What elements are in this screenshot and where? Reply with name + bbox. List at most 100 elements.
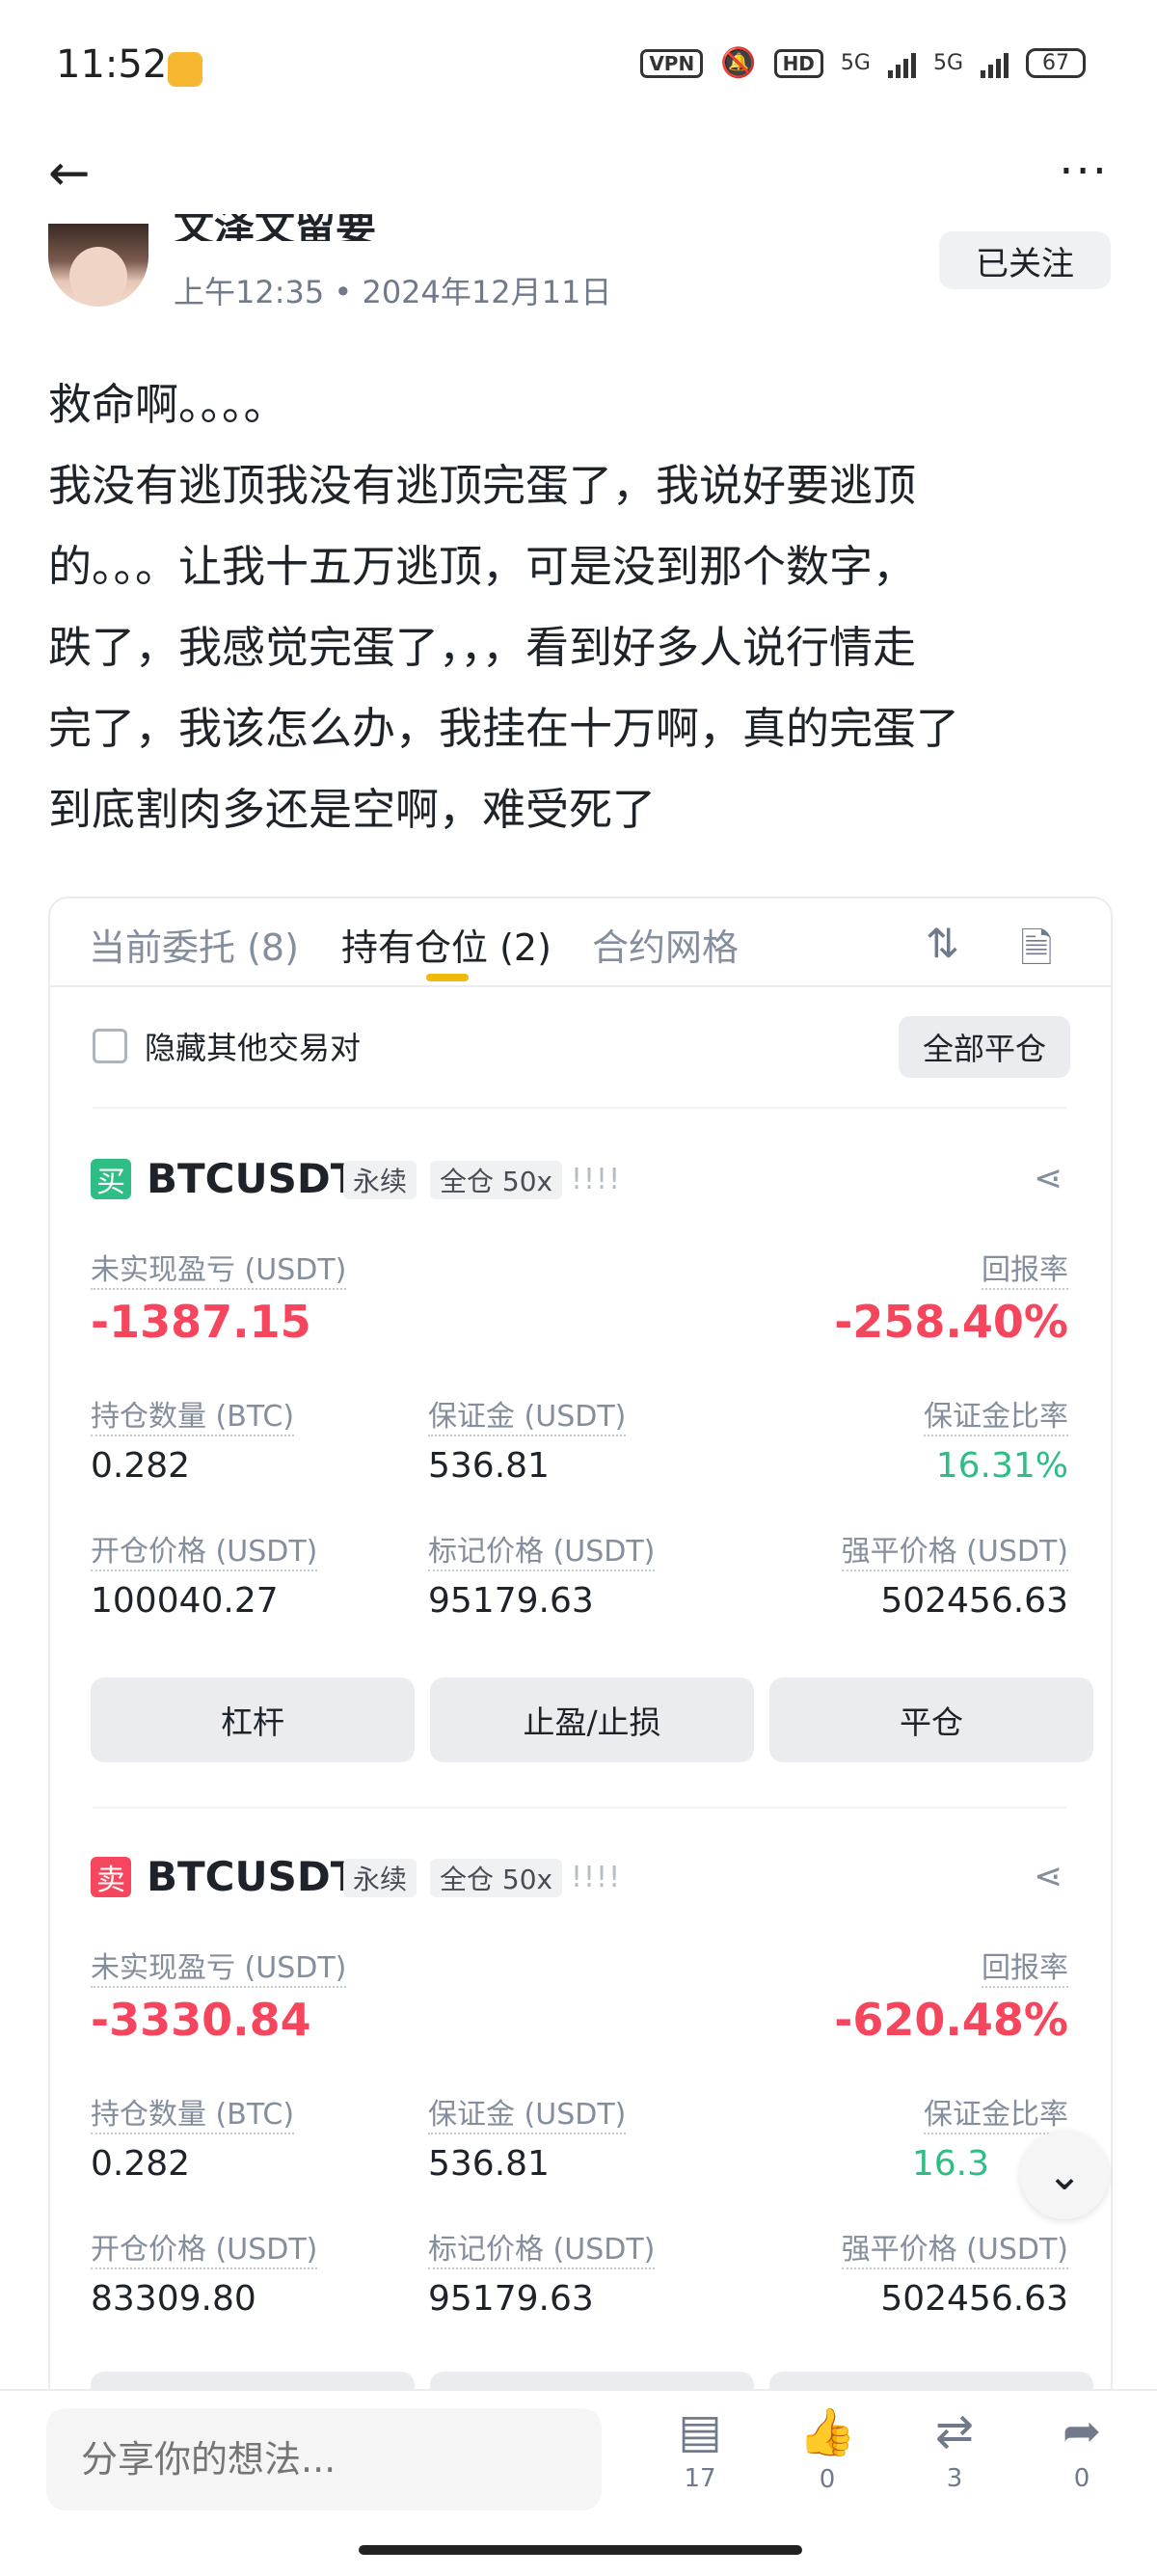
pnl-label: 未实现盈亏 (USDT) [91, 1944, 347, 1988]
share-button[interactable]: ➦ 0 [1034, 2404, 1130, 2493]
leverage-button[interactable]: 杠杆 [91, 1677, 415, 1762]
home-indicator[interactable] [359, 2545, 802, 2555]
mute-icon: 🔕 [720, 46, 757, 80]
margin-ratio-value: 16.31% [935, 1446, 1068, 1486]
size-label: 持仓数量 (BTC) [91, 1392, 295, 1436]
comment-icon: ▤ [678, 2404, 722, 2458]
margin-mode-tag: 全仓 50x [430, 1161, 563, 1199]
divider [93, 1107, 1066, 1109]
repost-button[interactable]: ⇄ 3 [906, 2404, 1003, 2493]
position-symbol[interactable]: BTCUSDT [147, 1155, 358, 1202]
notification-app-icon [168, 52, 202, 87]
scroll-down-icon[interactable]: ⌄ [1020, 2131, 1109, 2219]
entry-price-value: 100040.27 [91, 1581, 279, 1621]
margin-label: 保证金 (USDT) [428, 2090, 627, 2134]
margin-value: 536.81 [428, 2144, 550, 2184]
history-icon[interactable]: 🗎 [1020, 920, 1053, 988]
signal-icon [887, 49, 916, 78]
more-options-icon[interactable]: ··· [1059, 145, 1109, 199]
margin-value: 536.81 [428, 1446, 550, 1486]
repost-icon: ⇄ [934, 2404, 975, 2458]
mark-price-label: 标记价格 (USDT) [428, 2225, 656, 2269]
follow-button[interactable]: 已关注 [939, 231, 1111, 289]
tab-positions[interactable]: 持有仓位 (2) [341, 918, 552, 971]
unrealized-pnl-value: -1387.15 [91, 1296, 311, 1348]
author-name[interactable]: 文泽文留要 [174, 214, 376, 241]
post-date: 2024年12月11日 [362, 274, 612, 310]
sort-icon[interactable]: ⇅ [926, 920, 959, 967]
side-badge-buy: 买 [91, 1159, 131, 1199]
margin-ratio-label: 保证金比率 [924, 1392, 1068, 1436]
positions-tabs: 当前委托 (8) 持有仓位 (2) 合约网格 ⇅ 🗎 [50, 899, 1111, 987]
entry-price-value: 83309.80 [91, 2279, 256, 2319]
margin-ratio-label: 保证金比率 [924, 2090, 1068, 2134]
contract-type-tag: 永续 [343, 1161, 417, 1199]
hide-pairs-label: 隐藏其他交易对 [145, 1030, 362, 1066]
entry-price-label: 开仓价格 (USDT) [91, 1527, 318, 1571]
tab-open-orders[interactable]: 当前委托 (8) [89, 918, 299, 971]
roe-label: 回报率 [982, 1944, 1068, 1988]
active-tab-indicator [426, 974, 469, 981]
share-icon[interactable]: ⋖ [1034, 1159, 1063, 1198]
post-timestamp: 上午12:35 • 2024年12月11日 [174, 268, 611, 312]
like-button[interactable]: 👍 0 [779, 2404, 875, 2494]
hd-icon: HD [773, 48, 823, 78]
liq-price-value: 502456.63 [880, 2279, 1068, 2319]
status-time: 11:52 [56, 42, 168, 87]
like-count: 0 [819, 2465, 836, 2494]
net-5g-label: 5G [840, 51, 871, 75]
pnl-label: 未实现盈亏 (USDT) [91, 1246, 347, 1290]
vpn-icon: VPN [640, 48, 704, 78]
comment-button[interactable]: ▤ 17 [652, 2404, 748, 2493]
comment-input[interactable] [46, 2408, 602, 2510]
comment-count: 17 [684, 2464, 716, 2493]
hide-pairs-checkbox[interactable] [93, 1029, 127, 1063]
position-card-long: 买 BTCUSDT 永续 全仓 50x !!!! ⋖ 未实现盈亏 (USDT) … [50, 1155, 1111, 1564]
liq-price-label: 强平价格 (USDT) [841, 1527, 1068, 1571]
post-time: 上午12:35 [174, 274, 325, 310]
tpsl-button[interactable]: 止盈/止损 [430, 1677, 754, 1762]
signal-icon-2 [981, 49, 1009, 78]
size-label: 持仓数量 (BTC) [91, 2090, 295, 2134]
margin-label: 保证金 (USDT) [428, 1392, 627, 1436]
hide-other-pairs[interactable]: 隐藏其他交易对 [93, 1024, 361, 1068]
mark-price-value: 95179.63 [428, 2279, 594, 2319]
mark-price-label: 标记价格 (USDT) [428, 1527, 656, 1571]
position-card-short: 卖 BTCUSDT 永续 全仓 50x !!!! ⋖ 未实现盈亏 (USDT) … [50, 1853, 1111, 2262]
entry-price-label: 开仓价格 (USDT) [91, 2225, 318, 2269]
status-icons: VPN 🔕 HD 5G 5G 67 [640, 46, 1086, 80]
side-badge-sell: 卖 [91, 1857, 131, 1897]
share-arrow-icon: ➦ [1062, 2404, 1102, 2458]
roe-value: -620.48% [834, 1994, 1068, 2046]
margin-ratio-value: 16.3 [911, 2144, 989, 2184]
size-value: 0.282 [91, 2144, 191, 2184]
position-symbol[interactable]: BTCUSDT [147, 1853, 358, 1900]
share-icon[interactable]: ⋖ [1034, 1857, 1063, 1896]
roe-label: 回报率 [982, 1246, 1068, 1290]
post-text: 救命啊。。。。 我没有逃顶我没有逃顶完蛋了，我说好要逃顶 的。。。让我十五万逃顶… [48, 379, 960, 835]
roe-value: -258.40% [834, 1296, 1068, 1348]
position-bars-icon: !!!! [571, 1861, 622, 1894]
liq-price-label: 强平价格 (USDT) [841, 2225, 1068, 2269]
share-count: 0 [1073, 2464, 1090, 2493]
contract-type-tag: 永续 [343, 1859, 417, 1897]
net-5g-label-2: 5G [932, 51, 963, 75]
mark-price-value: 95179.63 [428, 1581, 594, 1621]
positions-card: 当前委托 (8) 持有仓位 (2) 合约网格 ⇅ 🗎 隐藏其他交易对 全部平仓 … [48, 897, 1113, 2404]
margin-mode-tag: 全仓 50x [430, 1859, 563, 1897]
unrealized-pnl-value: -3330.84 [91, 1994, 311, 2046]
avatar-face [69, 247, 127, 307]
tab-grid[interactable]: 合约网格 [592, 918, 739, 971]
liq-price-value: 502456.63 [880, 1581, 1068, 1621]
close-position-button[interactable]: 平仓 [769, 1677, 1093, 1762]
avatar[interactable] [48, 224, 148, 307]
separator-dot: • [334, 274, 363, 310]
position-bars-icon: !!!! [571, 1163, 622, 1196]
back-arrow-icon[interactable]: ← [48, 145, 91, 202]
repost-count: 3 [946, 2464, 963, 2493]
size-value: 0.282 [91, 1446, 191, 1486]
close-all-button[interactable]: 全部平仓 [899, 1016, 1070, 1078]
divider [93, 1807, 1066, 1809]
battery-icon: 67 [1026, 48, 1086, 78]
thumbs-up-icon: 👍 [798, 2405, 856, 2459]
